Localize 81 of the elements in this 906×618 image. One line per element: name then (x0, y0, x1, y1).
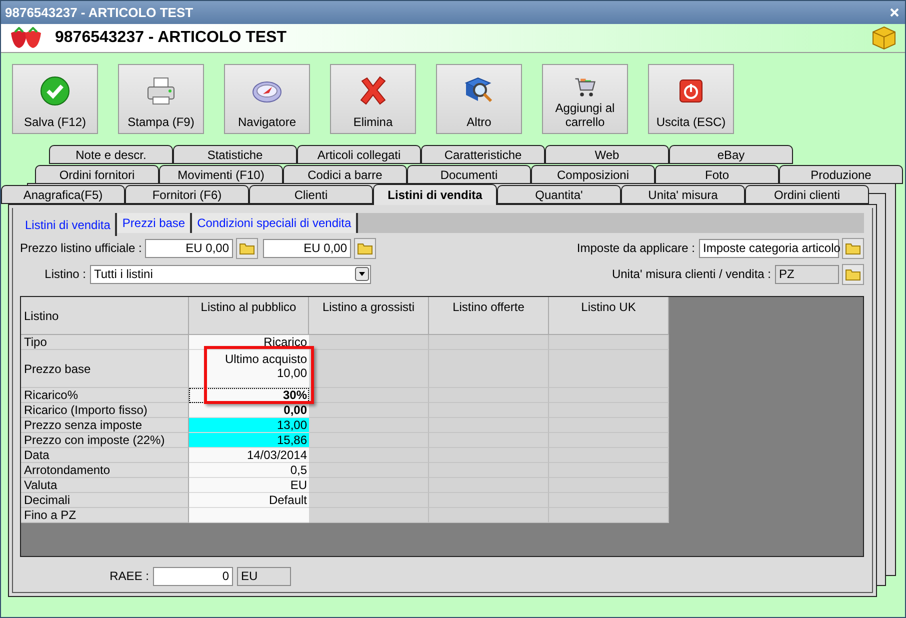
tab[interactable]: Note e descr. (49, 145, 173, 164)
subtab[interactable]: Listini di vendita (20, 213, 118, 236)
row-label: Arrotondamento (21, 463, 189, 478)
toolbar-button[interactable]: Aggiungi al carrello (542, 64, 628, 134)
folder-button[interactable] (842, 264, 864, 284)
tab[interactable]: Ordini fornitori (35, 165, 159, 184)
tab[interactable]: Anagrafica(F5) (1, 185, 125, 204)
tab[interactable]: Listini di vendita (373, 184, 497, 205)
table-cell[interactable]: 13,00 (189, 418, 309, 433)
printer-icon (145, 75, 177, 107)
row-label: Valuta (21, 478, 189, 493)
row-label: Prezzo con imposte (22%) (21, 433, 189, 448)
tax-field[interactable]: Imposte categoria articolo (699, 238, 839, 258)
folder-icon (239, 241, 255, 255)
tab[interactable]: Quantita' (497, 185, 621, 204)
tab[interactable]: eBay (669, 145, 793, 164)
field-label: Imposte da applicare : (576, 241, 696, 255)
folder-icon (845, 241, 861, 255)
toolbar-button[interactable]: Elimina (330, 64, 416, 134)
toolbar-button[interactable]: Uscita (ESC) (648, 64, 734, 134)
tab[interactable]: Web (545, 145, 669, 164)
field-label: Unita' misura clienti / vendita : (612, 267, 772, 281)
tab[interactable]: Clienti (249, 185, 373, 204)
toolbar-button[interactable]: Stampa (F9) (118, 64, 204, 134)
tab[interactable]: Foto (655, 165, 779, 184)
field-label: Listino : (44, 267, 87, 281)
tab[interactable]: Unita' misura (621, 185, 745, 204)
row-label: Decimali (21, 493, 189, 508)
tab[interactable]: Produzione (779, 165, 903, 184)
toolbar-button[interactable]: Salva (F12) (12, 64, 98, 134)
row-label: Data (21, 448, 189, 463)
article-title: 9876543237 - ARTICOLO TEST (55, 29, 288, 47)
window-title: 9876543237 - ARTICOLO TEST (5, 5, 194, 20)
folder-button[interactable] (354, 238, 376, 258)
tab[interactable]: Statistiche (173, 145, 297, 164)
table-cell[interactable]: Ultimo acquisto 10,00 (189, 350, 309, 388)
row-label: Prezzo senza imposte (21, 418, 189, 433)
row-label: Ricarico (Importo fisso) (21, 403, 189, 418)
table-cell[interactable]: 14/03/2014 (189, 448, 309, 463)
row-label: Ricarico% (21, 388, 189, 403)
tab[interactable]: Codici a barre (283, 165, 407, 184)
table-cell[interactable]: 15,86 (189, 433, 309, 448)
column-header: Listino a grossisti (309, 297, 429, 335)
field-label: Prezzo listino ufficiale : (20, 241, 143, 255)
tab[interactable]: Articoli collegati (297, 145, 421, 164)
column-header: Listino al pubblico (189, 297, 309, 335)
table-cell[interactable] (189, 508, 309, 523)
table-cell[interactable]: 0,00 (189, 403, 309, 418)
check-icon (39, 75, 71, 107)
subtab[interactable]: Prezzi base (117, 213, 192, 233)
currency-field: EU (237, 566, 291, 586)
table-cell[interactable]: Default (189, 493, 309, 508)
toolbar-button[interactable]: Navigatore (224, 64, 310, 134)
row-label: Fino a PZ (21, 508, 189, 523)
tab[interactable]: Fornitori (F6) (125, 185, 249, 204)
table-cell[interactable]: EU (189, 478, 309, 493)
row-label: Tipo (21, 335, 189, 350)
column-header: Listino (21, 297, 189, 335)
folder-icon (845, 267, 861, 281)
folder-button[interactable] (236, 238, 258, 258)
column-header: Listino offerte (429, 297, 549, 335)
field-label: RAEE : (108, 569, 150, 583)
tab[interactable]: Movimenti (F10) (159, 165, 283, 184)
column-header: Listino UK (549, 297, 669, 335)
raee-field[interactable]: 0 (153, 566, 233, 586)
toolbar-button[interactable]: Altro (436, 64, 522, 134)
price-field[interactable]: EU 0,00 (145, 238, 233, 258)
row-label: Prezzo base (21, 350, 189, 388)
close-icon[interactable] (890, 8, 899, 17)
table-cell[interactable]: 0,5 (189, 463, 309, 478)
folder-icon (357, 241, 373, 255)
unit-field[interactable]: PZ (775, 264, 839, 284)
tab[interactable]: Composizioni (531, 165, 655, 184)
tab[interactable]: Documenti (407, 165, 531, 184)
tab[interactable]: Ordini clienti (745, 185, 869, 204)
subtab[interactable]: Condizioni speciali di vendita (192, 213, 358, 233)
cube-icon (871, 25, 897, 51)
price-list-dropdown[interactable]: Tutti i listini (90, 264, 371, 284)
price-field[interactable]: EU 0,00 (263, 238, 351, 258)
tab[interactable]: Caratteristiche (421, 145, 545, 164)
folder-button[interactable] (842, 238, 864, 258)
